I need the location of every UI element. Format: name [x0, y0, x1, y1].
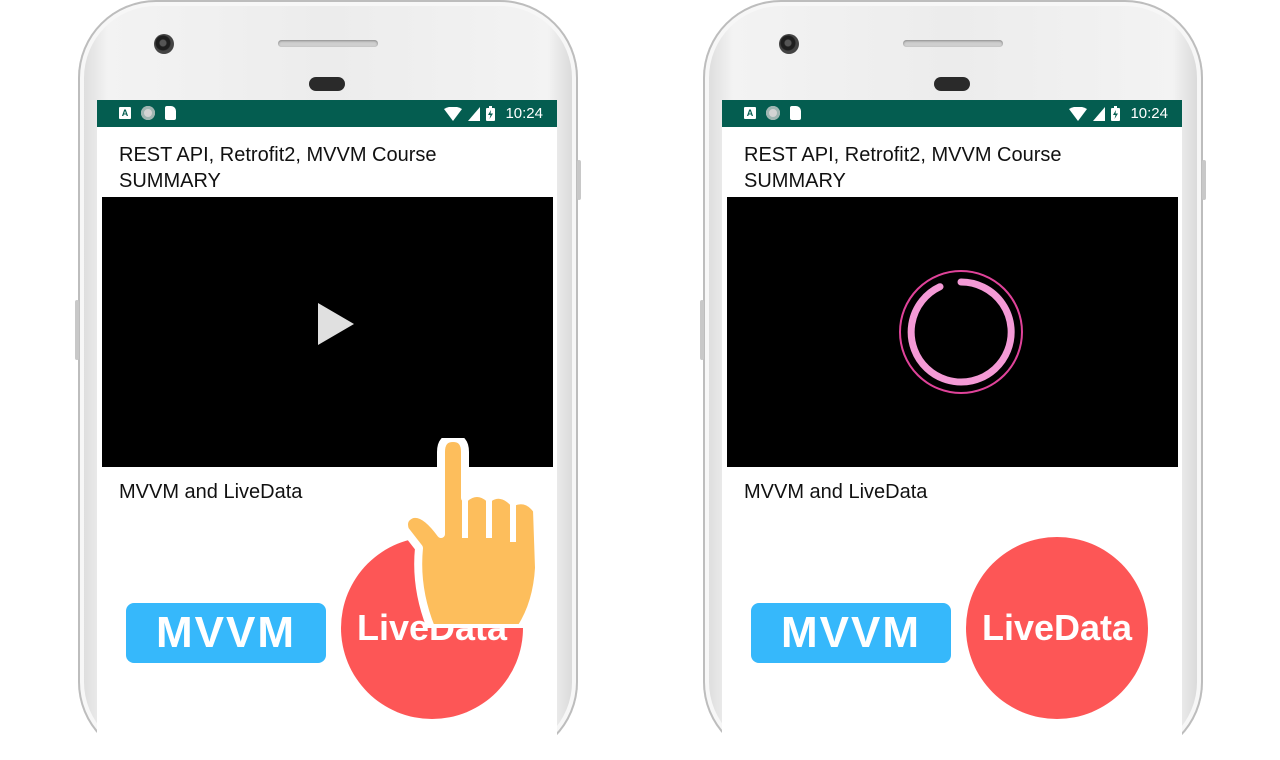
sd-card-icon: [790, 106, 801, 120]
livedata-badge: LiveData: [966, 537, 1148, 719]
battery-charging-icon: [1111, 106, 1121, 121]
loading-spinner-icon: [899, 270, 1023, 394]
phone-left: A 10:24 REST API, Retrofit2, MVVM Course…: [75, 0, 581, 760]
phone-right: A 10:24 REST API, Retrofit2, MVVM Course…: [700, 0, 1206, 760]
volume-button: [700, 300, 704, 360]
volume-button: [75, 300, 79, 360]
video-player[interactable]: [102, 197, 553, 467]
power-button: [577, 160, 581, 200]
status-bar: A 10:24: [722, 100, 1182, 127]
wifi-icon: [444, 106, 463, 121]
battery-charging-icon: [486, 106, 496, 121]
wifi-icon: [1069, 106, 1088, 121]
status-time: 10:24: [1130, 105, 1168, 122]
status-bar: A 10:24: [97, 100, 557, 127]
circle-notification-icon: [141, 106, 155, 120]
circle-notification-icon: [766, 106, 780, 120]
proximity-sensor: [309, 77, 345, 91]
android-a-icon: A: [744, 107, 756, 119]
android-a-icon: A: [119, 107, 131, 119]
front-camera: [154, 34, 174, 54]
screen: A 10:24 REST API, Retrofit2, MVVM Course…: [97, 100, 557, 760]
mvvm-badge: MVVM: [751, 603, 951, 663]
mvvm-badge: MVVM: [126, 603, 326, 663]
video-player[interactable]: [727, 197, 1178, 467]
course-title: REST API, Retrofit2, MVVM Course SUMMARY: [744, 144, 1062, 192]
power-button: [1202, 160, 1206, 200]
screen: A 10:24 REST API, Retrofit2, MVVM Course…: [722, 100, 1182, 760]
hand-pointer-icon: [400, 438, 543, 628]
earpiece-speaker: [903, 40, 1003, 47]
cell-signal-icon: [1093, 106, 1106, 121]
earpiece-speaker: [278, 40, 378, 47]
cell-signal-icon: [468, 106, 481, 121]
course-title: REST API, Retrofit2, MVVM Course SUMMARY: [119, 144, 437, 192]
proximity-sensor: [934, 77, 970, 91]
status-time: 10:24: [505, 105, 543, 122]
play-icon[interactable]: [318, 303, 354, 345]
sd-card-icon: [165, 106, 176, 120]
video-title: MVVM and LiveData: [744, 481, 928, 503]
video-title: MVVM and LiveData: [119, 481, 303, 503]
front-camera: [779, 34, 799, 54]
